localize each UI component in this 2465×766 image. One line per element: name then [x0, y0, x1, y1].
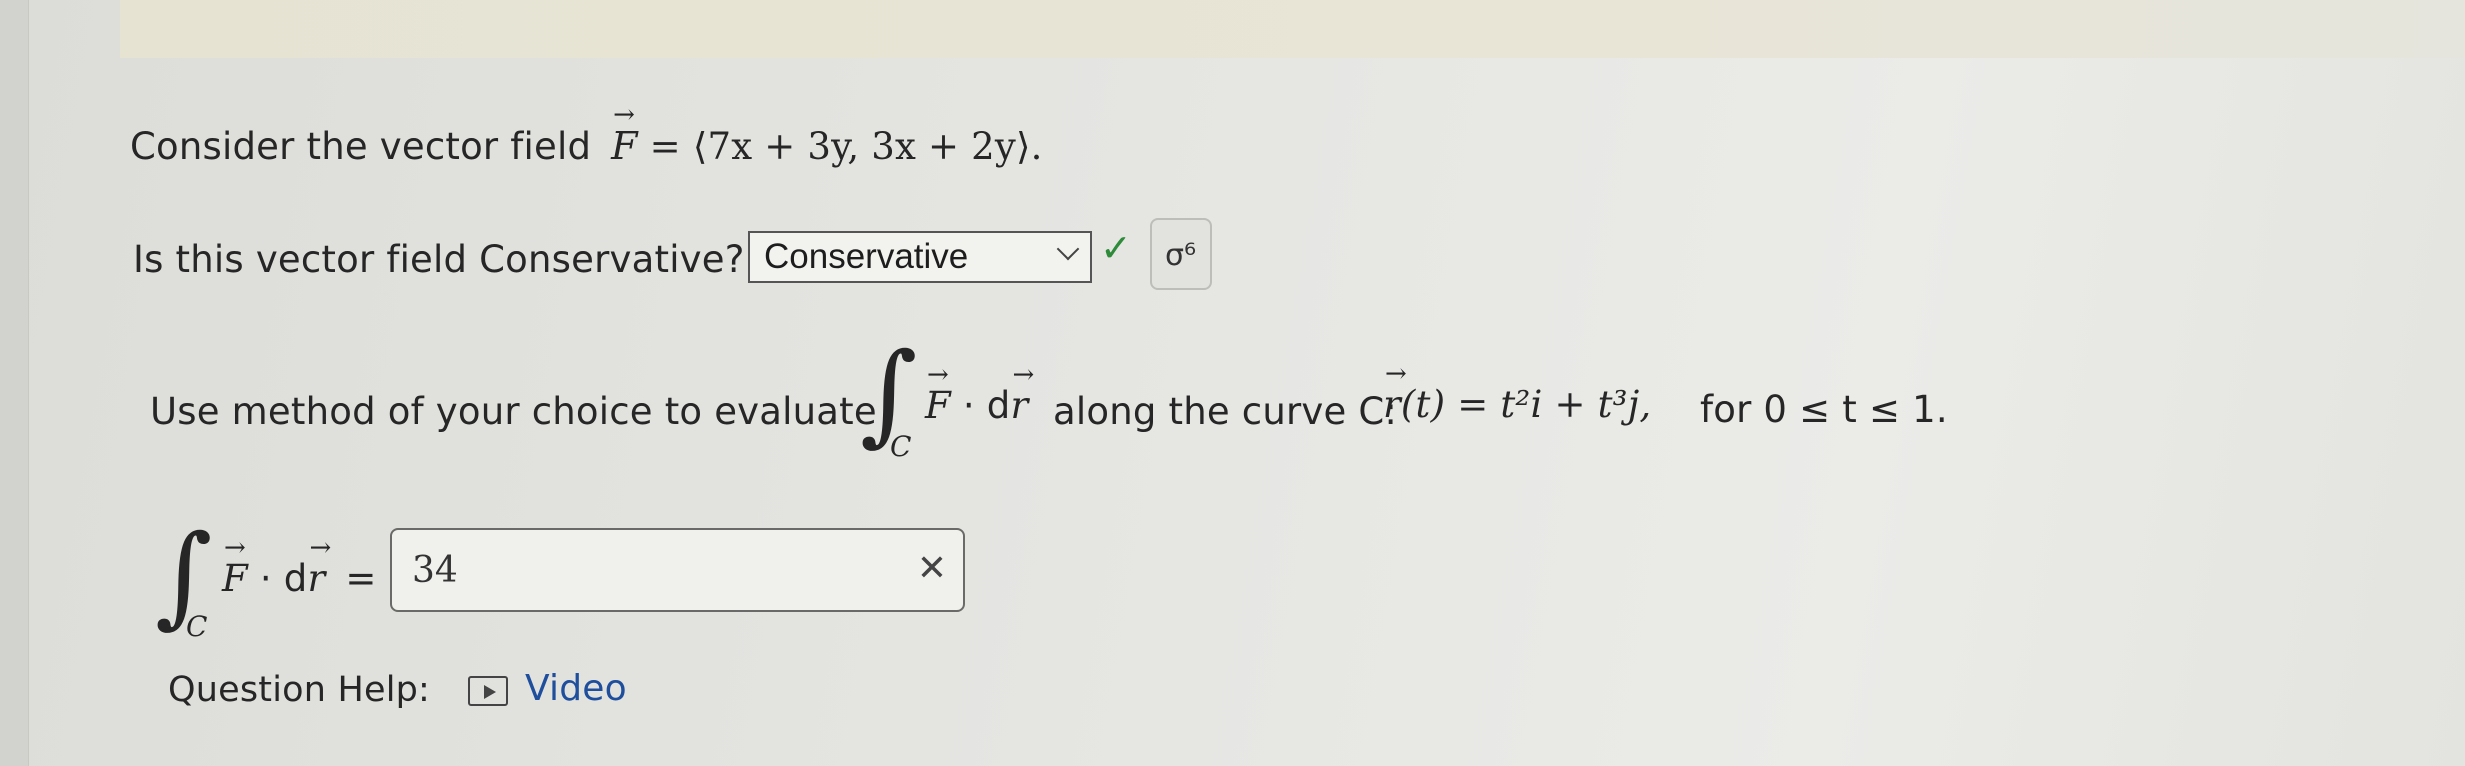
answer-F: F [222, 535, 248, 600]
chevron-down-icon [1056, 237, 1080, 261]
statement-prefix: Consider the vector field [130, 125, 592, 168]
integrand-F: F [925, 362, 951, 427]
answer-value: 34 [412, 550, 458, 591]
curve-formula: (t) = t²i + t³j, [1400, 383, 1652, 426]
evaluate-prompt: Use method of your choice to evaluate [150, 390, 877, 433]
left-edge-strip [0, 0, 29, 766]
answer-dot: · d [259, 557, 308, 600]
conservative-select[interactable]: Conservative [748, 231, 1092, 283]
answer-equals: = [345, 557, 377, 600]
integrand: F · dr [925, 362, 1034, 427]
answer-input[interactable]: 34 ✕ [390, 528, 965, 612]
video-link[interactable]: Video [525, 668, 627, 709]
answer-integral-subscript: C [186, 610, 208, 643]
answer-key-button[interactable]: σ⁶ [1150, 218, 1212, 290]
integrand-dot: · d [962, 384, 1011, 427]
correct-check-icon: ✓ [1100, 226, 1132, 270]
key-icon: σ⁶ [1165, 238, 1197, 273]
integrand-r: r [1010, 362, 1034, 427]
curve-r: r [1383, 361, 1407, 426]
conservative-question: Is this vector field Conservative? [133, 238, 745, 281]
integral-subscript: C [890, 430, 912, 463]
answer-integrand: F · dr = [222, 535, 377, 600]
along-curve-text: along the curve C: [1053, 390, 1398, 433]
select-value: Conservative [764, 237, 969, 276]
field-symbol: F [611, 102, 638, 168]
vector-field-statement: Consider the vector field F = ⟨7x + 3y, … [130, 102, 1043, 168]
question-help-label: Question Help: [168, 670, 431, 710]
curve-equation: r(t) = t²i + t³j, [1383, 361, 1652, 426]
answer-r: r [307, 535, 331, 600]
top-highlight-band [120, 0, 2465, 58]
video-play-icon[interactable] [468, 676, 508, 706]
t-range: for 0 ≤ t ≤ 1. [1700, 388, 1948, 431]
incorrect-x-icon: ✕ [916, 548, 947, 589]
field-definition: = ⟨7x + 3y, 3x + 2y⟩. [649, 125, 1043, 168]
